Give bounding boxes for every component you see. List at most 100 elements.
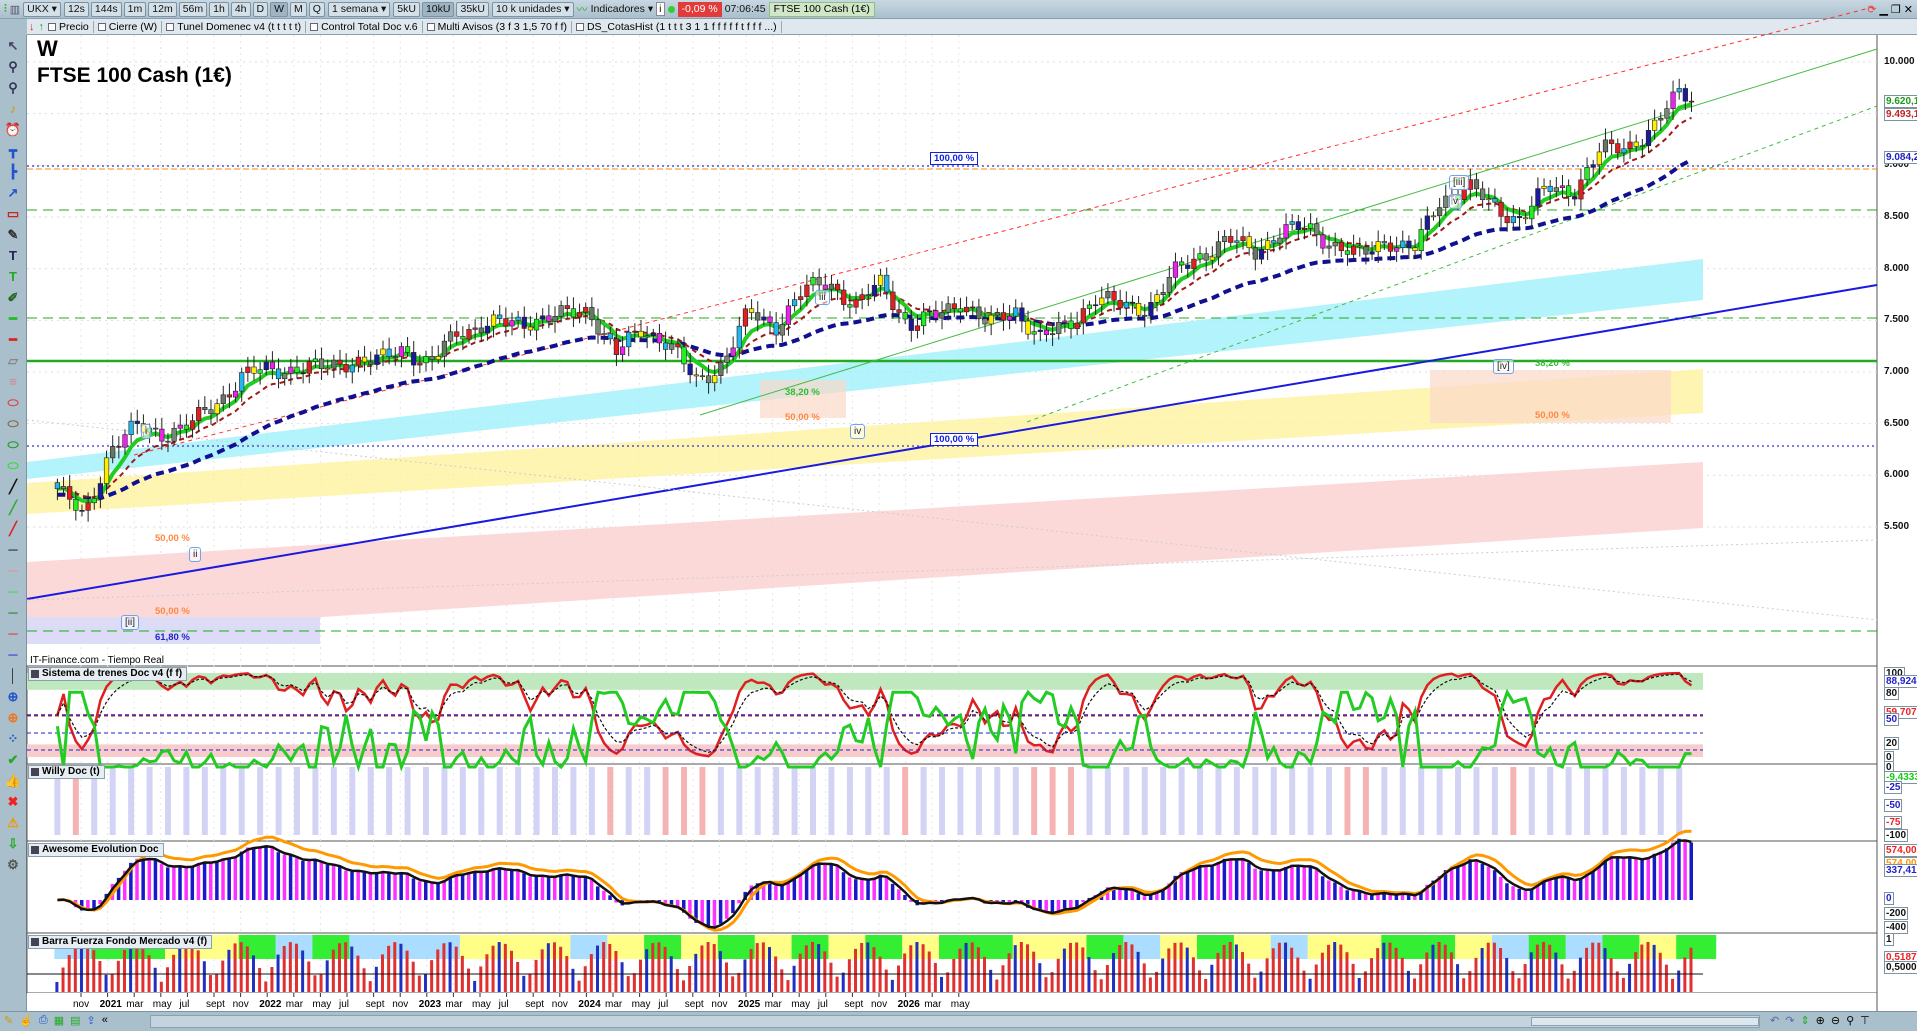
willy-shade-bar: [846, 767, 853, 835]
candle-body: [1111, 291, 1117, 301]
barra-bar: [141, 946, 145, 992]
barra-bar: [1370, 958, 1374, 992]
willy-shade-bar: [1547, 767, 1554, 835]
calc-icon[interactable]: ▦: [54, 1014, 64, 1027]
panel-axis-label: 574,00: [1884, 844, 1917, 857]
candle-body: [1154, 294, 1160, 303]
barra-bar: [749, 949, 753, 992]
barra-bar: [725, 962, 729, 992]
awesome-histogram-bar: [374, 873, 379, 900]
willy-shade-bar: [1215, 767, 1222, 835]
pencil-icon[interactable]: ✎: [4, 1014, 13, 1027]
awesome-histogram-bar: [1517, 888, 1521, 900]
barra-bar: [1087, 957, 1091, 992]
willy-shade-bar: [1141, 767, 1148, 835]
barra-bar: [55, 982, 59, 992]
candle-body: [779, 324, 785, 336]
awesome-histogram-bar: [1683, 840, 1687, 900]
candle-body: [214, 403, 220, 415]
candle-body: [736, 325, 742, 349]
barra-bar: [1542, 942, 1546, 992]
barra-bar: [129, 943, 133, 992]
awesome-histogram-bar: [202, 861, 207, 900]
candle-body: [804, 284, 810, 297]
candle-body: [1252, 247, 1258, 260]
table-icon[interactable]: ▤: [70, 1014, 80, 1027]
willy-shade-bar: [644, 767, 651, 835]
awesome-histogram-bar: [399, 872, 403, 900]
willy-shade-bar: [109, 767, 116, 835]
awesome-histogram-bar: [1652, 853, 1657, 900]
candle-body: [404, 346, 411, 353]
awesome-histogram-bar: [276, 852, 281, 900]
pointer-icon[interactable]: ☝: [19, 1014, 33, 1027]
barra-bar: [786, 980, 790, 992]
barra-bar: [79, 942, 83, 992]
awesome-histogram-bar: [583, 876, 588, 900]
barra-bar: [86, 943, 90, 992]
barra-bar: [1609, 958, 1613, 992]
zoom-out-icon[interactable]: ⊖: [1831, 1014, 1840, 1027]
candle-body: [60, 486, 67, 490]
barra-bar: [1345, 952, 1349, 992]
candle-body: [386, 348, 392, 358]
zoom-fit-icon[interactable]: ⚲: [1846, 1014, 1854, 1027]
print-icon[interactable]: ⎙: [39, 1014, 48, 1027]
willy-shade-bar: [367, 767, 374, 835]
candle-body: [1068, 320, 1074, 329]
candle-body: [1031, 331, 1037, 335]
scrollbar-thumb[interactable]: [1531, 1017, 1759, 1026]
time-axis-label: may: [791, 999, 811, 1010]
barra-bar: [1505, 957, 1509, 992]
willy-shade-bar: [662, 767, 669, 835]
barra-bar: [1566, 978, 1570, 992]
awesome-histogram-bar: [1277, 870, 1282, 900]
barra-bar: [989, 969, 993, 992]
horizontal-scrollbar[interactable]: [150, 1015, 1760, 1028]
awesome-histogram-bar: [1597, 864, 1601, 900]
candle-body: [1400, 240, 1406, 248]
barra-bar: [755, 943, 759, 992]
export-icon[interactable]: ⇪: [87, 1014, 96, 1027]
zoom-in-icon[interactable]: ⊕: [1816, 1014, 1825, 1027]
time-axis-label: may: [152, 999, 172, 1010]
panel-axis-label: 80: [1884, 687, 1900, 700]
candle-body: [1652, 119, 1658, 131]
candle-body: [177, 424, 183, 429]
undo-icon[interactable]: ↶: [1770, 1014, 1779, 1027]
barra-bar: [1210, 964, 1214, 992]
awesome-histogram-bar: [233, 856, 238, 900]
panel-title-sistema[interactable]: Sistema de trenes Doc v4 (f f): [28, 667, 188, 681]
redo-icon[interactable]: ↷: [1785, 1014, 1794, 1027]
barra-bar: [700, 945, 704, 992]
panel-title-barra[interactable]: Barra Fuerza Fondo Mercado v4 (f): [28, 935, 213, 949]
barra-bar: [1413, 978, 1417, 992]
candle-body: [1086, 304, 1093, 309]
pin-icon[interactable]: ⊤: [1860, 1014, 1870, 1027]
candle-body: [1037, 329, 1043, 332]
candle-body: [755, 312, 761, 321]
candle-body: [1670, 91, 1676, 109]
barra-bar: [1419, 964, 1423, 992]
awesome-histogram-bar: [411, 878, 416, 900]
awesome-histogram-bar: [301, 860, 305, 900]
awesome-histogram-bar: [546, 877, 551, 900]
candle-body: [834, 283, 841, 291]
barra-bar: [294, 943, 298, 992]
candle-body: [189, 420, 196, 430]
willy-shade-bar: [1510, 767, 1517, 835]
candle-body: [982, 318, 988, 325]
candle-body: [1541, 185, 1547, 189]
candle-body: [1013, 307, 1019, 317]
barra-background-block: [754, 935, 795, 959]
willy-shade-bar: [865, 767, 872, 835]
barra-bar: [792, 965, 796, 992]
candle-body: [1105, 291, 1111, 299]
scroll-start-icon[interactable]: «: [102, 1014, 108, 1027]
autoscale-icon[interactable]: ⇕: [1800, 1014, 1809, 1027]
barra-bar: [571, 968, 575, 992]
panel-title-willy[interactable]: Willy Doc (t): [28, 765, 105, 779]
time-axis-label: mar: [605, 999, 623, 1010]
panel-title-awesome[interactable]: Awesome Evolution Doc: [28, 843, 164, 857]
candle-body: [116, 446, 122, 448]
